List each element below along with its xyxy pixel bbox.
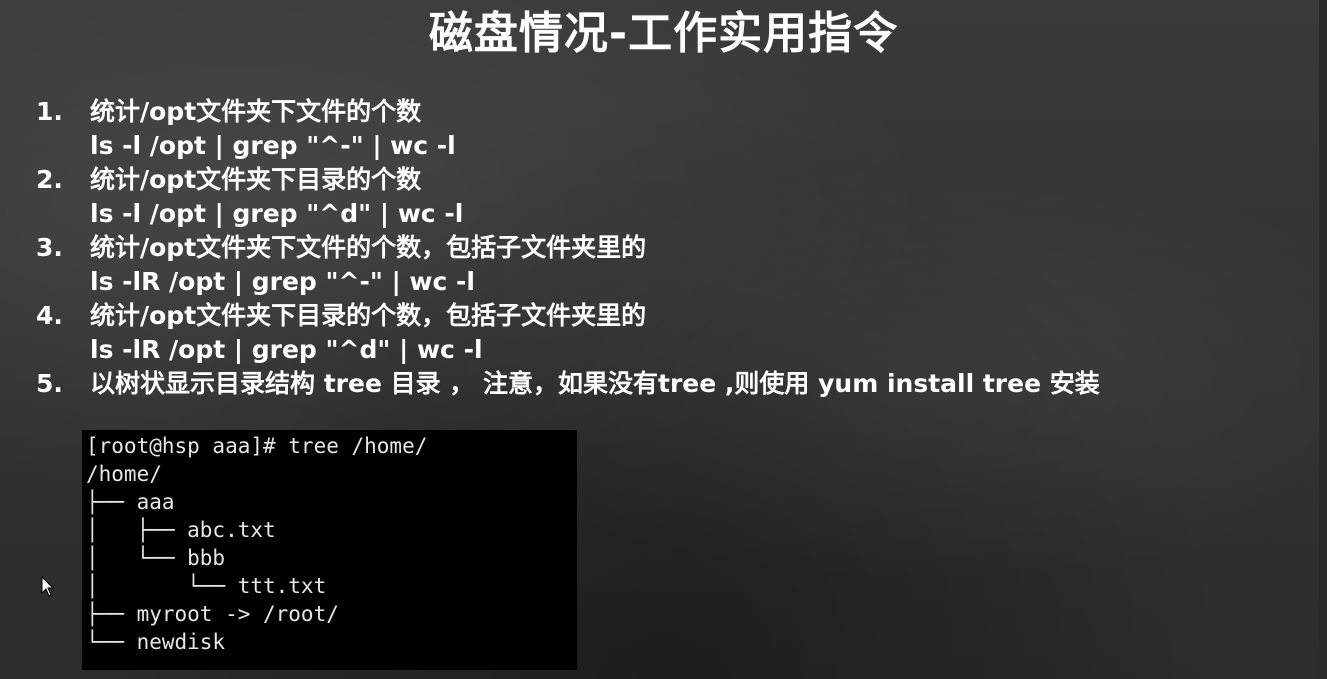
item-description: 统计/opt文件夹下目录的个数，包括子文件夹里的 [90,301,647,330]
item-command: ls -lR /opt | grep "^-" | wc -l [90,267,475,296]
terminal-line: │ └── ttt.txt [86,574,327,598]
terminal-line: └── newdisk [86,630,226,654]
item-command: ls -l /opt | grep "^-" | wc -l [90,131,456,160]
scrollbar[interactable] [1319,0,1327,679]
list-item-3: 3. 统计/opt文件夹下文件的个数，包括子文件夹里的 ls -lR /opt … [36,231,1296,299]
item-number: 4. [36,301,63,330]
item-description: 统计/opt文件夹下目录的个数 [90,165,422,194]
terminal-line: /home/ [86,462,162,486]
item-description: 统计/opt文件夹下文件的个数 [90,97,422,126]
item-command: ls -l /opt | grep "^d" | wc -l [90,199,464,228]
item-number: 5. [36,369,63,398]
terminal-screenshot: [root@hsp aaa]# tree /home/ /home/ ├── a… [82,430,577,670]
item-number: 2. [36,165,63,194]
item-description: 统计/opt文件夹下文件的个数，包括子文件夹里的 [90,233,647,262]
list-item-4: 4. 统计/opt文件夹下目录的个数，包括子文件夹里的 ls -lR /opt … [36,299,1296,367]
terminal-line: │ └── bbb [86,546,226,570]
item-number: 1. [36,97,63,126]
instruction-list: 1. 统计/opt文件夹下文件的个数 ls -l /opt | grep "^-… [36,95,1296,401]
slide-title: 磁盘情况-工作实用指令 [428,8,899,59]
list-item-5: 5. 以树状显示目录结构 tree 目录 ， 注意，如果没有tree ,则使用 … [36,367,1296,401]
terminal-line: ├── myroot -> /root/ [86,602,339,626]
item-description: 以树状显示目录结构 tree 目录 ， 注意，如果没有tree ,则使用 yum… [90,369,1100,398]
list-item-2: 2. 统计/opt文件夹下目录的个数 ls -l /opt | grep "^d… [36,163,1296,231]
list-item-1: 1. 统计/opt文件夹下文件的个数 ls -l /opt | grep "^-… [36,95,1296,163]
terminal-line: [root@hsp aaa]# tree /home/ [86,434,428,458]
terminal-line: │ ├── abc.txt [86,518,276,542]
item-number: 3. [36,233,63,262]
terminal-line: ├── aaa [86,490,175,514]
item-command: ls -lR /opt | grep "^d" | wc -l [90,335,483,364]
